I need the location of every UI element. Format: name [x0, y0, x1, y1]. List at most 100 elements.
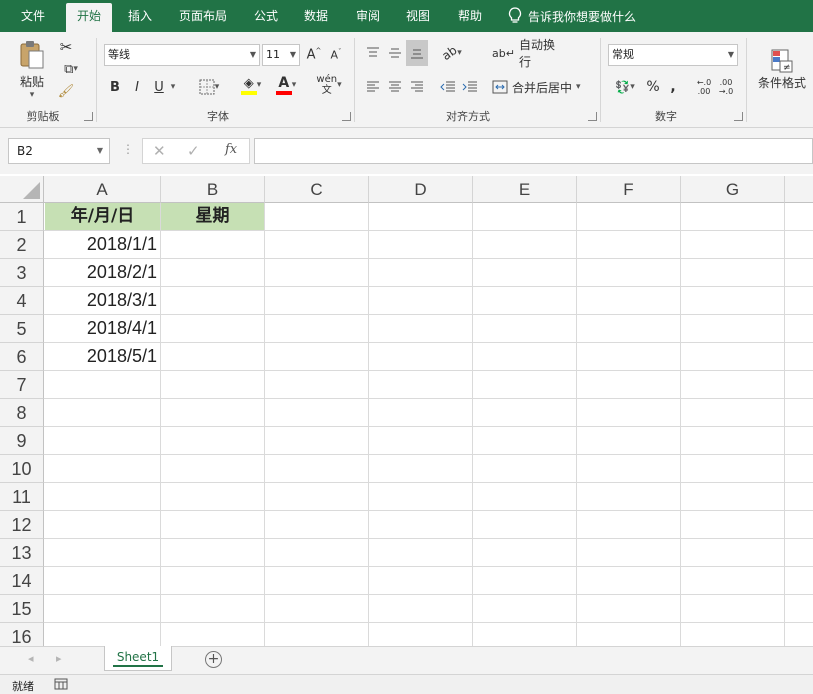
increase-font-button[interactable]: A^ [304, 44, 324, 66]
tab-help[interactable]: 帮助 [448, 0, 492, 32]
row-header-3[interactable]: 3 [0, 259, 44, 287]
column-header-b[interactable]: B [161, 176, 265, 203]
tell-me-box[interactable]: 告诉我你想要做什么 [508, 0, 636, 32]
row-header-9[interactable]: 9 [0, 427, 44, 455]
align-right-button[interactable] [408, 76, 426, 98]
align-center-button[interactable] [386, 76, 404, 98]
bold-button[interactable]: B [106, 76, 124, 98]
sheet-tab-sheet1[interactable]: Sheet1 [104, 646, 172, 671]
number-launcher[interactable] [734, 112, 743, 121]
row-header-10[interactable]: 10 [0, 455, 44, 483]
select-all-corner[interactable] [0, 176, 44, 203]
accounting-format-button[interactable]: 💱 ▾ [610, 76, 640, 98]
cell-a6[interactable]: 2018/5/1 [45, 343, 160, 370]
row-header-6[interactable]: 6 [0, 343, 44, 371]
group-divider [354, 38, 355, 122]
increase-indent-button[interactable] [460, 76, 480, 98]
orientation-button[interactable]: ab ▾ [436, 42, 468, 64]
tab-review[interactable]: 审阅 [346, 0, 390, 32]
group-divider [96, 38, 97, 122]
cancel-icon[interactable]: ✕ [153, 142, 166, 160]
fill-color-button[interactable]: ◈ ▾ [234, 72, 268, 98]
row-header-1[interactable]: 1 [0, 203, 44, 231]
column-header-h[interactable] [785, 176, 813, 203]
gridline [44, 622, 813, 623]
cut-button[interactable]: ✂ [56, 38, 76, 56]
font-color-button[interactable]: A ▾ [270, 72, 302, 98]
align-top-button[interactable] [364, 42, 382, 64]
decrease-indent-button[interactable] [438, 76, 458, 98]
outdent-icon [440, 81, 455, 92]
tab-page-layout[interactable]: 页面布局 [170, 0, 236, 32]
conditional-format-button[interactable]: ≠ 条件格式 [754, 38, 810, 100]
cell-b1[interactable]: 星期 [161, 203, 264, 230]
number-format-dropdown[interactable]: 常规 ▼ [608, 44, 738, 66]
tab-formulas[interactable]: 公式 [244, 0, 288, 32]
row-header-14[interactable]: 14 [0, 567, 44, 595]
row-header-15[interactable]: 15 [0, 595, 44, 623]
cell-a1[interactable]: 年/月/日 [45, 203, 160, 230]
row-header-4[interactable]: 4 [0, 287, 44, 315]
scroll-left-icon[interactable]: ◂ [28, 652, 34, 665]
percent-button[interactable]: % [644, 76, 662, 98]
macro-record-icon[interactable] [54, 677, 68, 694]
row-header-13[interactable]: 13 [0, 539, 44, 567]
row-header-16[interactable]: 16 [0, 623, 44, 646]
group-divider [746, 38, 747, 122]
cell-a5[interactable]: 2018/4/1 [45, 315, 160, 342]
insert-function-icon[interactable]: fx [225, 142, 237, 157]
font-name-dropdown[interactable]: 等线 ▼ [104, 44, 260, 66]
wrap-text-button[interactable]: ab↵ 自动换行 [492, 38, 564, 69]
row-header-12[interactable]: 12 [0, 511, 44, 539]
row-header-11[interactable]: 11 [0, 483, 44, 511]
tab-insert[interactable]: 插入 [118, 0, 162, 32]
paste-button[interactable]: 粘贴 ▾ [14, 38, 50, 100]
name-box[interactable]: B2 ▼ [8, 138, 110, 164]
align-bottom-button[interactable] [406, 40, 428, 66]
worksheet-grid[interactable]: A B C D E F G 1 2 3 4 5 6 7 8 9 10 11 12… [0, 176, 813, 646]
tab-view[interactable]: 视图 [396, 0, 440, 32]
align-middle-button[interactable] [386, 42, 404, 64]
align-bottom-icon [411, 49, 423, 59]
align-left-button[interactable] [364, 76, 382, 98]
column-header-g[interactable]: G [681, 176, 785, 203]
formula-input[interactable] [254, 138, 813, 164]
cell-a3[interactable]: 2018/2/1 [45, 259, 160, 286]
gridline [44, 538, 813, 539]
clipboard-launcher[interactable] [84, 112, 93, 121]
tab-file[interactable]: 文件 [4, 0, 62, 32]
alignment-launcher[interactable] [588, 112, 597, 121]
font-size-dropdown[interactable]: 11 ▼ [262, 44, 300, 66]
row-header-5[interactable]: 5 [0, 315, 44, 343]
italic-button[interactable]: I [128, 76, 146, 98]
comma-button[interactable]: , [666, 76, 680, 98]
decrease-decimal-button[interactable]: .00 →.0 [716, 76, 736, 98]
decrease-font-button[interactable]: Aˇ [326, 44, 346, 66]
scroll-right-icon[interactable]: ▸ [56, 652, 62, 665]
confirm-icon[interactable]: ✓ [187, 142, 200, 160]
increase-decimal-button[interactable]: ←.0.00 [694, 76, 714, 98]
column-header-f[interactable]: F [577, 176, 681, 203]
row-header-7[interactable]: 7 [0, 371, 44, 399]
column-header-e[interactable]: E [473, 176, 577, 203]
column-header-c[interactable]: C [265, 176, 369, 203]
cell-a4[interactable]: 2018/3/1 [45, 287, 160, 314]
underline-button[interactable]: U [150, 76, 168, 98]
borders-button[interactable]: ▾ [192, 76, 226, 98]
tab-home[interactable]: 开始 [66, 3, 112, 32]
row-header-2[interactable]: 2 [0, 231, 44, 259]
font-color-swatch [275, 91, 292, 95]
merge-center-button[interactable]: 合并后居中 ▾ [492, 76, 592, 98]
copy-button[interactable]: ⧉ ▾ [56, 60, 86, 78]
phonetic-button[interactable]: wén 文 ▾ [312, 72, 346, 98]
cell-a2[interactable]: 2018/1/1 [45, 231, 160, 258]
column-header-a[interactable]: A [44, 176, 161, 203]
row-header-8[interactable]: 8 [0, 399, 44, 427]
cell-b2-selected[interactable] [161, 231, 264, 258]
font-launcher[interactable] [342, 112, 351, 121]
tab-data[interactable]: 数据 [294, 0, 338, 32]
underline-dropdown[interactable]: ▾ [168, 76, 178, 98]
format-painter-button[interactable]: 🖌 [56, 82, 76, 100]
add-sheet-button[interactable]: + [205, 651, 222, 668]
column-header-d[interactable]: D [369, 176, 473, 203]
